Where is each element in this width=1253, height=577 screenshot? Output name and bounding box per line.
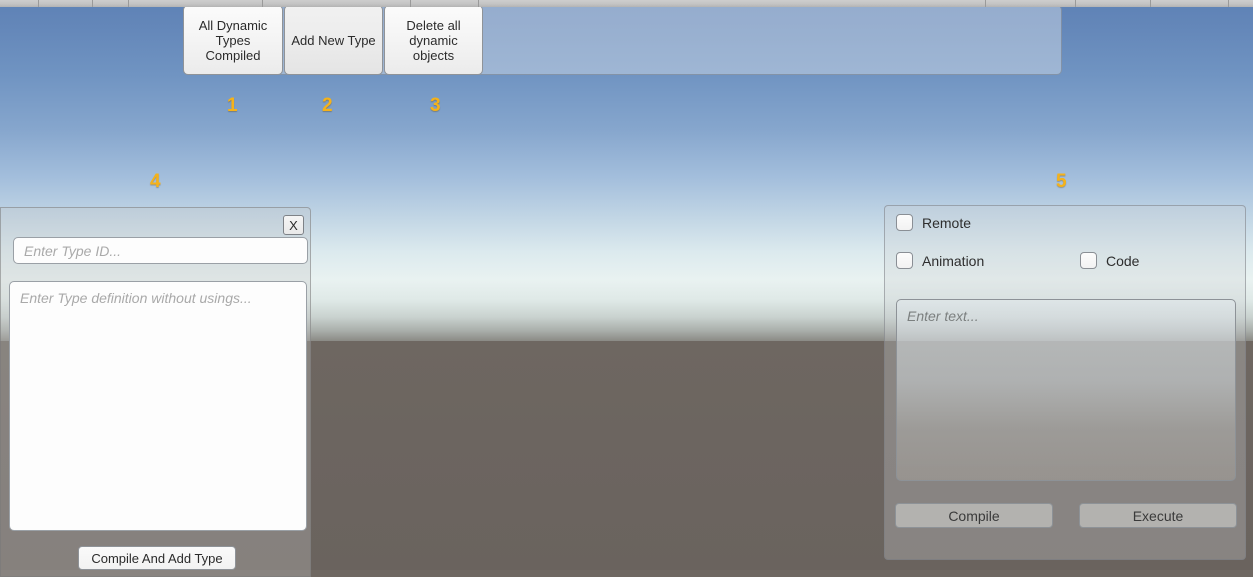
annotation-marker-1: 1: [227, 95, 238, 117]
checkbox-label-animation: Animation: [922, 253, 984, 269]
all-dynamic-types-compiled-button[interactable]: All Dynamic Types Compiled: [183, 5, 283, 75]
checkbox-animation[interactable]: [896, 252, 913, 269]
editor-strip-divider: [1228, 0, 1229, 7]
type-id-input[interactable]: [13, 237, 308, 264]
editor-strip-divider: [410, 0, 411, 7]
compile-button[interactable]: Compile: [895, 503, 1053, 528]
checkbox-remote[interactable]: [896, 214, 913, 231]
editor-toolbar-strip: [0, 0, 1253, 7]
annotation-marker-2: 2: [322, 95, 333, 117]
application-window: All Dynamic Types Compiled Add New Type …: [0, 0, 1253, 577]
code-execution-panel: Remote Animation Code Compile Execute: [884, 205, 1246, 560]
add-new-type-dialog: X Compile And Add Type: [0, 207, 311, 577]
editor-strip-divider: [478, 0, 479, 7]
close-icon[interactable]: X: [283, 215, 304, 235]
annotation-marker-5: 5: [1056, 171, 1067, 193]
checkbox-row-animation[interactable]: Animation: [896, 252, 984, 269]
code-input-textarea[interactable]: [896, 299, 1236, 481]
checkbox-code[interactable]: [1080, 252, 1097, 269]
editor-strip-divider: [262, 0, 263, 7]
checkbox-row-remote[interactable]: Remote: [896, 214, 971, 231]
annotation-marker-3: 3: [430, 95, 441, 117]
editor-strip-divider: [128, 0, 129, 7]
type-definition-textarea[interactable]: [9, 281, 307, 531]
execute-button[interactable]: Execute: [1079, 503, 1237, 528]
delete-all-dynamic-objects-button[interactable]: Delete all dynamic objects: [384, 5, 483, 75]
editor-strip-divider: [38, 0, 39, 7]
editor-strip-divider: [1075, 0, 1076, 7]
add-new-type-button[interactable]: Add New Type: [284, 5, 383, 75]
annotation-marker-4: 4: [150, 171, 161, 193]
checkbox-label-code: Code: [1106, 253, 1139, 269]
compile-and-add-type-button[interactable]: Compile And Add Type: [78, 546, 236, 570]
editor-strip-divider: [92, 0, 93, 7]
editor-strip-divider: [1150, 0, 1151, 7]
checkbox-row-code[interactable]: Code: [1080, 252, 1139, 269]
editor-strip-divider: [985, 0, 986, 7]
checkbox-label-remote: Remote: [922, 215, 971, 231]
